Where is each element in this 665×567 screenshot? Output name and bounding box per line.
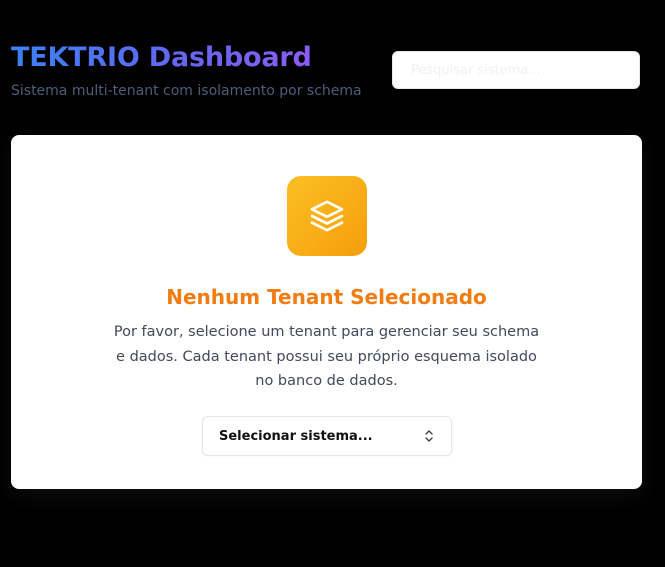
empty-state-card: Nenhum Tenant Selecionado Por favor, sel… (11, 135, 642, 489)
tenant-select-value: Selecionar sistema... (219, 428, 373, 444)
page-title: TEKTRIO Dashboard (11, 40, 312, 76)
page-subtitle: Sistema multi-tenant com isolamento por … (11, 83, 362, 99)
empty-state-title: Nenhum Tenant Selecionado (166, 285, 487, 309)
page-header: TEKTRIO Dashboard Sistema multi-tenant c… (11, 40, 642, 110)
chevron-up-down-icon (423, 429, 435, 443)
tenant-select[interactable]: Selecionar sistema... (202, 416, 452, 456)
search-input[interactable] (411, 62, 621, 78)
layers-icon (287, 176, 367, 256)
search-box[interactable] (392, 51, 640, 89)
empty-state-description: Por favor, selecione um tenant para gere… (113, 324, 540, 389)
